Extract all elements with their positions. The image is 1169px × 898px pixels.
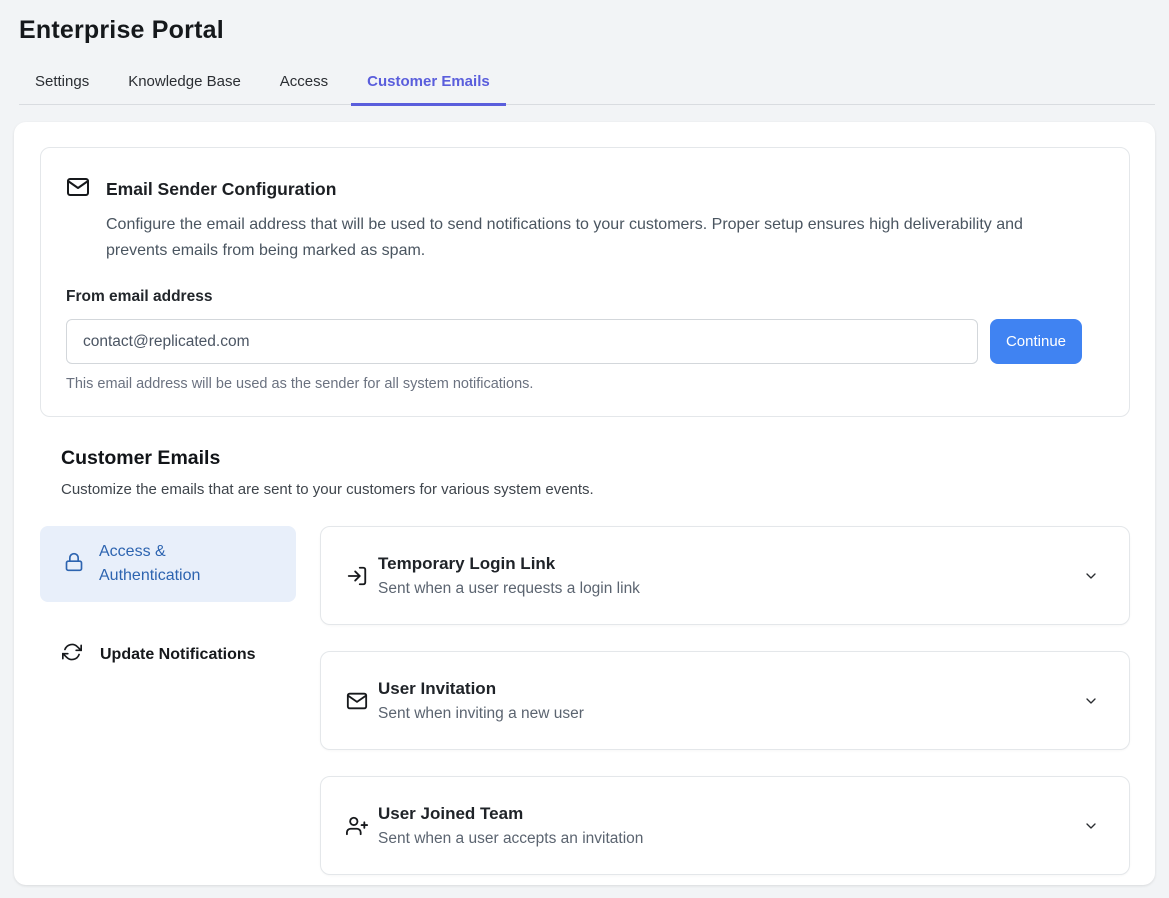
from-email-label: From email address [66,288,1104,306]
mail-icon [346,690,368,712]
tab-settings[interactable]: Settings [19,65,105,106]
page-title: Enterprise Portal [19,16,1150,45]
email-card-title: User Joined Team [378,804,643,824]
main-panel: Email Sender Configuration Configure the… [14,122,1155,885]
sidebar-item-update-notifications[interactable]: Update Notifications [40,628,296,681]
config-card-title: Email Sender Configuration [106,179,336,200]
lock-icon [64,552,84,577]
email-sender-config-card: Email Sender Configuration Configure the… [40,147,1130,417]
tab-bar: Settings Knowledge Base Access Customer … [19,65,1155,105]
email-card-description: Sent when inviting a new user [378,705,584,723]
page-header: Enterprise Portal [0,0,1169,45]
from-email-input[interactable] [66,319,978,364]
email-card-temporary-login-link[interactable]: Temporary Login Link Sent when a user re… [320,526,1130,625]
email-helper-text: This email address will be used as the s… [66,376,1104,392]
customer-emails-heading: Customer Emails [61,447,1130,470]
chevron-down-icon[interactable] [1083,818,1099,834]
login-icon [346,565,368,587]
email-card-title: Temporary Login Link [378,554,640,574]
sidebar-item-access-authentication[interactable]: Access & Authentication [40,526,296,602]
chevron-down-icon[interactable] [1083,693,1099,709]
email-card-user-invitation[interactable]: User Invitation Sent when inviting a new… [320,651,1130,750]
sidebar-item-label: Access & Authentication [99,540,249,588]
config-card-description: Configure the email address that will be… [106,212,1086,264]
customer-emails-subtitle: Customize the emails that are sent to yo… [61,481,1130,498]
mail-icon [66,175,90,204]
refresh-icon [62,642,82,667]
user-plus-icon [346,815,368,837]
email-template-list: Temporary Login Link Sent when a user re… [320,526,1130,875]
email-category-sidebar: Access & Authentication Update Notificat… [40,526,296,875]
chevron-down-icon[interactable] [1083,568,1099,584]
tab-customer-emails[interactable]: Customer Emails [351,65,506,106]
email-card-description: Sent when a user requests a login link [378,580,640,598]
email-card-title: User Invitation [378,679,584,699]
sidebar-item-label: Update Notifications [100,646,256,664]
email-card-user-joined-team[interactable]: User Joined Team Sent when a user accept… [320,776,1130,875]
continue-button[interactable]: Continue [990,319,1082,364]
tab-knowledge-base[interactable]: Knowledge Base [112,65,257,106]
email-card-description: Sent when a user accepts an invitation [378,830,643,848]
tab-access[interactable]: Access [264,65,344,106]
